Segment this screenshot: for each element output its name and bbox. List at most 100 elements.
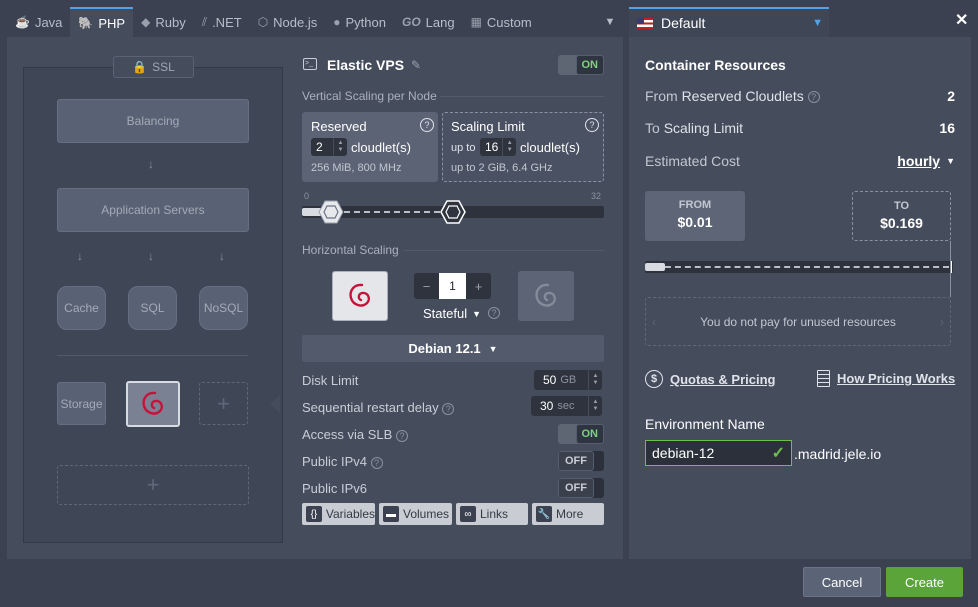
ipv6-toggle[interactable]: OFF: [558, 478, 604, 498]
chevron-down-icon: ▼: [488, 343, 498, 354]
env-name-label: Environment Name: [645, 416, 765, 432]
lock-icon: 🔒: [132, 60, 148, 74]
selection-pointer: [270, 395, 280, 413]
os-version-dropdown[interactable]: Debian 12.1 ▼: [302, 335, 604, 362]
edit-pencil-icon[interactable]: ✎: [411, 58, 421, 72]
resources-title: Container Resources: [645, 57, 786, 73]
node-title: Elastic VPS: [327, 57, 405, 73]
create-button[interactable]: Create: [886, 567, 963, 597]
divider: [57, 355, 248, 356]
tab-java[interactable]: ☕ Java: [7, 7, 70, 37]
reserved-cloudlets-row: From Reserved Cloudlets ? 2: [645, 88, 955, 104]
tab-custom[interactable]: ▦ Custom: [463, 7, 540, 37]
divider: [404, 250, 604, 251]
tab-lang[interactable]: GO Lang: [394, 7, 463, 37]
more-button[interactable]: 🔧 More: [532, 503, 604, 525]
quotas-pricing-link[interactable]: $ Quotas & Pricing: [645, 370, 775, 388]
help-icon[interactable]: ?: [370, 456, 383, 469]
node-power-toggle[interactable]: ON: [558, 55, 604, 75]
link-icon: ∞: [460, 506, 476, 522]
nosql-node[interactable]: NoSQL: [199, 286, 248, 330]
tab-dotnet[interactable]: ⫽ .NET: [194, 7, 250, 37]
tab-nodejs[interactable]: ⬡ Node.js: [250, 7, 326, 37]
help-icon[interactable]: ?: [488, 307, 500, 319]
arrow-down-icon: ↓: [219, 249, 225, 263]
env-name-input[interactable]: debian-12 ✓: [645, 440, 792, 466]
scaling-limit-slider-handle[interactable]: [440, 199, 466, 225]
help-icon[interactable]: ?: [807, 91, 820, 104]
region-selector[interactable]: Default ▼: [629, 7, 829, 37]
terminal-icon: >_: [303, 58, 317, 70]
slb-toggle[interactable]: ON: [558, 424, 604, 444]
reserved-slider-handle[interactable]: [318, 199, 344, 225]
slider-max-label: 32: [591, 191, 602, 201]
stepper-arrows-icon[interactable]: ▲ ▼: [588, 370, 602, 390]
tab-php[interactable]: 🐘 PHP: [70, 7, 134, 37]
cache-node[interactable]: Cache: [57, 286, 106, 330]
ruby-icon: ◆: [141, 15, 151, 29]
nodejs-icon: ⬡: [257, 15, 269, 29]
php-icon: 🐘: [78, 16, 94, 30]
disk-limit-input[interactable]: 50 GB ▲ ▼: [534, 370, 602, 390]
storage-node[interactable]: Storage: [57, 382, 106, 425]
slider-min-label: 0: [304, 191, 310, 201]
help-icon[interactable]: ?: [585, 118, 599, 132]
add-layer-button[interactable]: +: [57, 465, 249, 505]
hexagon-handle-icon: [318, 200, 344, 224]
reserved-cloudlets-input[interactable]: 2 ▲ ▼: [311, 138, 347, 156]
scaling-limit-input[interactable]: 16 ▲ ▼: [480, 138, 516, 156]
debian-node-selected[interactable]: [126, 381, 180, 427]
add-node-button[interactable]: +: [199, 382, 248, 425]
checkmark-icon: ✓: [771, 445, 785, 462]
stepper-arrows-icon[interactable]: ▲ ▼: [588, 396, 602, 416]
ipv4-toggle[interactable]: OFF: [558, 451, 604, 471]
node-count-stepper: − 1 +: [414, 273, 491, 299]
vertical-scaling-title: Vertical Scaling per Node: [302, 89, 437, 103]
debian-logo-icon: [535, 283, 556, 307]
application-servers-node[interactable]: Application Servers: [57, 188, 249, 232]
java-icon: ☕: [15, 15, 30, 29]
debian-node-selected-icon[interactable]: [332, 271, 388, 321]
chevron-right-icon[interactable]: ›: [940, 315, 944, 329]
price-range-bar: [645, 261, 953, 273]
stepper-arrows-icon[interactable]: ▲ ▼: [502, 138, 516, 156]
decrement-button[interactable]: −: [414, 273, 439, 299]
document-icon: [817, 370, 830, 387]
us-flag-icon: [637, 17, 653, 29]
help-icon[interactable]: ?: [420, 118, 434, 132]
chevron-down-icon: ▼: [604, 16, 616, 28]
chevron-down-icon: ▼: [812, 17, 823, 29]
from-price-box: FROM $0.01: [645, 191, 745, 241]
arrow-down-icon: ↓: [148, 157, 154, 171]
cost-period-dropdown[interactable]: hourly ▼: [897, 153, 955, 169]
links-button[interactable]: ∞ Links: [456, 503, 528, 525]
variables-button[interactable]: {} Variables: [302, 503, 375, 525]
divider: [440, 96, 604, 97]
scaling-mode-dropdown[interactable]: Stateful ▼: [423, 306, 481, 321]
help-icon[interactable]: ?: [395, 429, 408, 442]
node-count-value[interactable]: 1: [439, 273, 466, 299]
runtime-tabs: ☕ Java 🐘 PHP ◆ Ruby ⫽ .NET ⬡ Node.js ● Python …: [7, 7, 623, 37]
restart-delay-input[interactable]: 30 sec ▲ ▼: [531, 396, 602, 416]
stepper-arrows-icon[interactable]: ▲ ▼: [333, 138, 347, 156]
cancel-button[interactable]: Cancel: [803, 567, 881, 597]
help-icon[interactable]: ?: [442, 402, 455, 415]
chevron-down-icon: ▼: [946, 156, 955, 166]
hexagon-handle-icon: [440, 200, 466, 224]
increment-button[interactable]: +: [466, 273, 491, 299]
how-pricing-works-link[interactable]: How Pricing Works: [817, 370, 955, 387]
wrench-icon: 🔧: [536, 506, 552, 522]
balancing-node[interactable]: Balancing: [57, 99, 249, 143]
sql-node[interactable]: SQL: [128, 286, 177, 330]
chevron-left-icon[interactable]: ‹: [652, 315, 656, 329]
debian-node-ghost-icon: [518, 271, 574, 321]
ssl-toggle[interactable]: 🔒 SSL: [113, 56, 194, 78]
close-icon[interactable]: ✕: [955, 10, 968, 30]
scaling-limit-row: To Scaling Limit 16: [645, 120, 955, 136]
tab-python[interactable]: ● Python: [325, 7, 394, 37]
dotnet-icon: ⫽: [201, 14, 208, 29]
limit-range: [344, 211, 440, 213]
tabs-more-dropdown[interactable]: ▼: [597, 7, 623, 37]
tab-ruby[interactable]: ◆ Ruby: [133, 7, 194, 37]
volumes-button[interactable]: ▬ Volumes: [379, 503, 452, 525]
